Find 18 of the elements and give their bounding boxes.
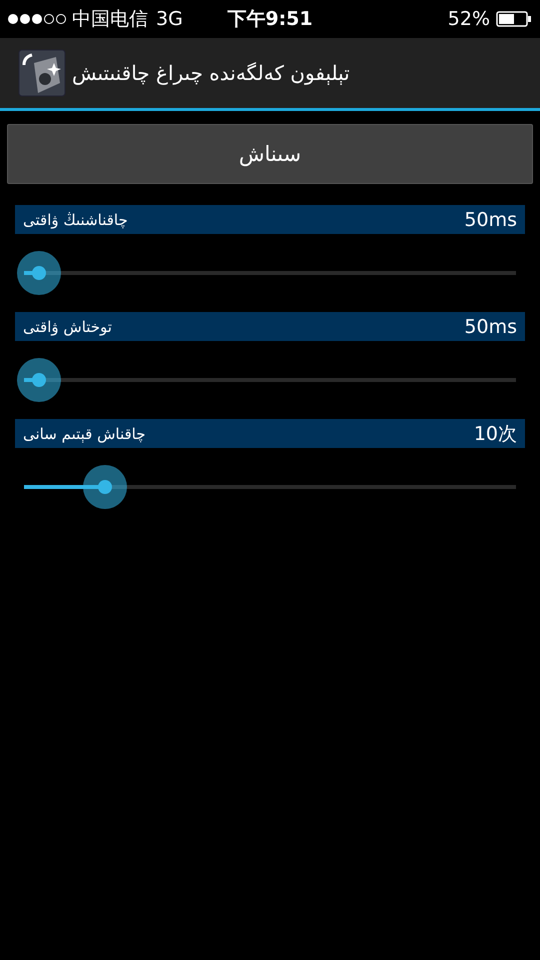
signal-icon	[8, 14, 66, 24]
clock-time: 下午9:51	[227, 7, 313, 32]
battery-icon	[496, 11, 532, 27]
battery-percentage: 52%	[448, 8, 490, 30]
setting-label: چاقناشنىڭ ۋاقتى	[23, 210, 128, 228]
app-title: تېلېفون كەلگەندە چىراغ چاقنىتىش	[72, 61, 350, 85]
app-icon	[18, 49, 66, 97]
setting-value: 50ms	[464, 316, 517, 338]
test-button[interactable]: سىناش	[7, 124, 533, 184]
slider-thumb[interactable]	[16, 251, 61, 295]
slider-thumb[interactable]	[16, 358, 61, 402]
slider-thumb[interactable]	[83, 465, 128, 509]
setting-value: 50ms	[464, 208, 517, 230]
network-type: 3G	[156, 8, 183, 30]
setting-label: چاقناش قېتىم سانى	[23, 424, 146, 442]
setting-value: 10次	[474, 422, 517, 446]
carrier-name: 中国电信	[72, 7, 148, 32]
setting-label: توختاش ۋاقتى	[23, 318, 112, 336]
